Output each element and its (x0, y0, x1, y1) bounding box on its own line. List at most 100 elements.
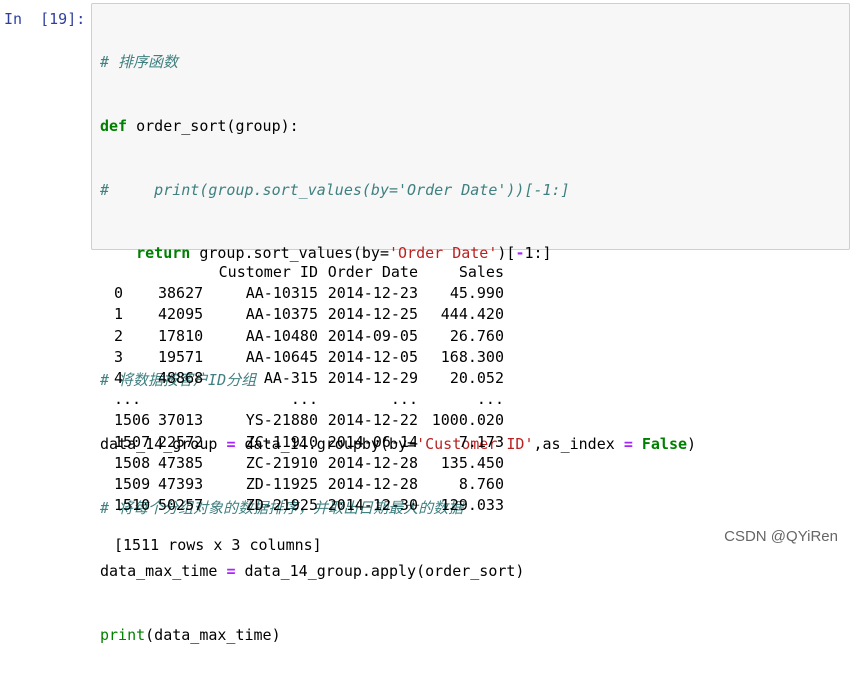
group-index: 42095 (158, 305, 204, 324)
row-index: 2 (114, 326, 124, 345)
cell-sales: 45.990 (449, 284, 504, 303)
code-line-3: # print(group.sort_values(by='Order Date… (100, 180, 696, 201)
row-index: 1508 (114, 453, 151, 472)
cell-customer-id: ZD-21925 (245, 496, 318, 515)
cell-customer-id: ZC-21910 (245, 453, 318, 472)
cell-output: Customer ID Order Date Sales 0 38627 AA-… (112, 262, 504, 516)
operator: = (226, 562, 236, 581)
table-row-ellipsis: ... ... ... ... (112, 389, 504, 410)
cell-prompt: In [19]: (4, 10, 86, 28)
group-index: 48868 (158, 368, 204, 387)
row-index: 1 (114, 305, 124, 324)
table-row: 2 17810 AA-10480 2014-09-05 26.760 (112, 326, 504, 347)
code-text: (data_max_time) (145, 625, 281, 644)
cell-order-date: 2014-12-28 (327, 474, 418, 493)
cell-order-date: 2014-12-05 (327, 347, 418, 366)
code-text: ) (687, 434, 697, 453)
cell-order-date: 2014-12-22 (327, 411, 418, 430)
code-text: 1:] (524, 244, 552, 263)
cell-sales: 444.420 (440, 305, 504, 324)
cell-customer-id: YS-21880 (245, 411, 318, 430)
cell-customer-id: AA-10480 (245, 326, 318, 345)
row-index: 1506 (114, 411, 151, 430)
comment: # print(group.sort_values(by='Order Date… (100, 180, 570, 199)
code-line-9: data_max_time = data_14_group.apply(orde… (100, 561, 696, 582)
cell-sales: 8.760 (458, 474, 504, 493)
cell-sales: 26.760 (449, 326, 504, 345)
cell-customer-id: AA-10375 (245, 305, 318, 324)
table-row: 1506 37013 YS-21880 2014-12-22 1000.020 (112, 410, 504, 431)
cell-customer-id: AA-10315 (245, 284, 318, 303)
row-index: 4 (114, 368, 124, 387)
group-index: 17810 (158, 326, 204, 345)
group-index: 50257 (158, 496, 204, 515)
table-row: 1510 50257 ZD-21925 2014-12-30 129.033 (112, 495, 504, 516)
keyword: def (100, 117, 128, 135)
cell-order-date: 2014-09-05 (327, 326, 418, 345)
cell-sales: 1000.020 (431, 411, 504, 430)
cell-order-date: 2014-12-25 (327, 305, 418, 324)
table-row: 0 38627 AA-10315 2014-12-23 45.990 (112, 283, 504, 304)
row-index: ... (114, 390, 142, 409)
cell-sales: 135.450 (440, 453, 504, 472)
cell-order-date: 2014-12-23 (327, 284, 418, 303)
code-text: data_max_time (100, 562, 227, 581)
group-index: 47393 (158, 474, 204, 493)
cell-sales: ... (476, 390, 504, 409)
code-line-2: def order_sort(group): (100, 116, 696, 137)
cell-order-date: 2014-06-14 (327, 432, 418, 451)
cell-sales: 20.052 (449, 368, 504, 387)
code-cell[interactable]: # 排序函数 def order_sort(group): # print(gr… (91, 3, 850, 644)
cell-customer-id: ... (290, 390, 318, 409)
header-cell: Customer ID (218, 263, 318, 281)
code-line-10: print(data_max_time) (100, 625, 696, 646)
group-index: 22572 (158, 432, 204, 451)
table-header-row: Customer ID Order Date Sales (112, 262, 504, 283)
cell-sales: 129.033 (440, 496, 504, 515)
cell-sales: 168.300 (440, 347, 504, 366)
code-text: order_sort(group): (127, 117, 299, 135)
keyword: False (641, 434, 688, 453)
group-index (158, 389, 208, 410)
code-text: )[ (497, 244, 516, 263)
string-literal: 'Order Date' (389, 244, 498, 263)
row-index: 1507 (114, 432, 151, 451)
cell-order-date: 2014-12-28 (327, 453, 418, 472)
table-row: 1507 22572 ZC-11910 2014-06-14 7.173 (112, 432, 504, 453)
row-index: 1510 (114, 496, 151, 515)
group-index: 38627 (158, 284, 204, 303)
keyword: return (136, 244, 191, 263)
group-index: 19571 (158, 347, 204, 366)
cell-order-date: ... (390, 390, 418, 409)
code-text: group.sort_values(by= (190, 244, 389, 263)
table-row: 1508 47385 ZC-21910 2014-12-28 135.450 (112, 453, 504, 474)
header-cell: Sales (458, 263, 504, 281)
code-text: data_14_group.apply(order_sort) (235, 562, 525, 581)
row-index: 3 (114, 347, 124, 366)
watermark: CSDN @QYiRen (724, 528, 838, 545)
table-row: 4 48868 AA-315 2014-12-29 20.052 (112, 368, 504, 389)
cell-order-date: 2014-12-30 (327, 496, 418, 515)
header-cell (158, 262, 208, 283)
builtin: print (100, 625, 146, 644)
header-cell: Order Date (327, 263, 418, 281)
row-index: 0 (114, 284, 124, 303)
code-text: ,as_index (533, 434, 624, 453)
cell-order-date: 2014-12-29 (327, 368, 418, 387)
header-cell (112, 262, 158, 283)
cell-customer-id: ZC-11910 (245, 432, 318, 451)
cell-sales: 7.173 (458, 432, 504, 451)
operator: = (623, 434, 633, 453)
group-index: 37013 (158, 411, 204, 430)
group-index: 47385 (158, 453, 204, 472)
comment: # 排序函数 (100, 53, 179, 72)
cell-customer-id: AA-315 (263, 368, 318, 387)
dataframe-shape-summary: [1511 rows x 3 columns] (114, 536, 322, 554)
row-index: 1509 (114, 474, 151, 493)
table-row: 1 42095 AA-10375 2014-12-25 444.420 (112, 304, 504, 325)
table-row: 3 19571 AA-10645 2014-12-05 168.300 (112, 347, 504, 368)
table-row: 1509 47393 ZD-11925 2014-12-28 8.760 (112, 474, 504, 495)
cell-customer-id: ZD-11925 (245, 474, 318, 493)
cell-customer-id: AA-10645 (245, 347, 318, 366)
